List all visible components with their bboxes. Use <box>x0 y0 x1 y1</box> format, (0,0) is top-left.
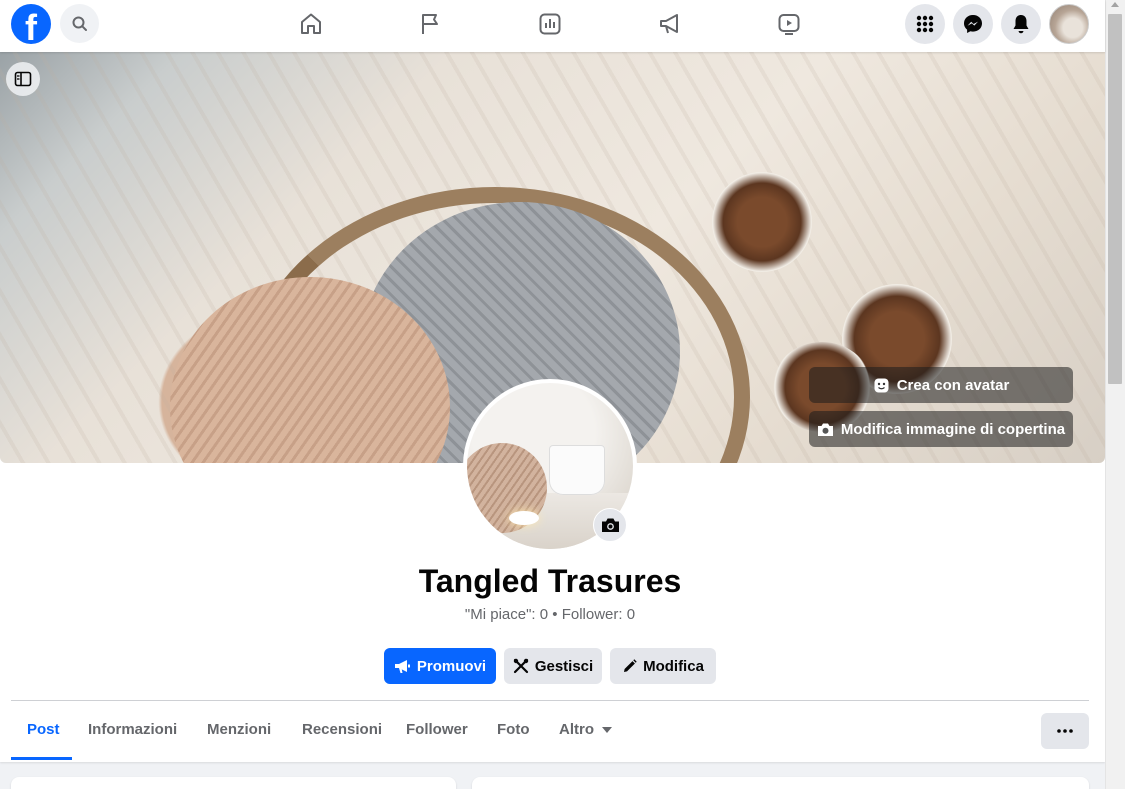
promote-button[interactable]: Promuovi <box>384 648 496 684</box>
megaphone-icon <box>394 659 410 673</box>
ellipsis-icon <box>1057 729 1073 733</box>
tab-altro[interactable]: Altro <box>559 721 612 738</box>
bell-icon <box>1013 15 1029 34</box>
facebook-logo[interactable]: f <box>11 4 51 48</box>
page-title: Tangled Trasures <box>418 563 682 599</box>
search-icon <box>72 16 87 31</box>
avatar-icon <box>874 378 889 392</box>
page-stats: "Mi piace": 0 • Follower: 0 <box>464 606 636 623</box>
menu-button[interactable] <box>905 4 945 44</box>
video-icon <box>778 14 800 35</box>
nav-insights[interactable] <box>532 6 568 42</box>
home-icon <box>301 13 321 34</box>
account-avatar[interactable] <box>1049 4 1089 44</box>
nav-video[interactable] <box>771 6 807 42</box>
caret-down-icon <box>602 726 612 733</box>
nav-ads[interactable] <box>652 6 688 42</box>
scroll-up-arrow[interactable] <box>1111 2 1119 7</box>
more-options-button[interactable] <box>1041 713 1089 749</box>
create-avatar-label: Crea con avatar <box>896 376 1010 394</box>
search-button[interactable] <box>60 4 99 43</box>
page-scrollbar[interactable] <box>1105 0 1125 789</box>
cover-pinecone <box>712 172 812 272</box>
nav-home[interactable] <box>293 6 329 42</box>
tab-informazioni[interactable]: Informazioni <box>88 721 177 738</box>
active-tab-indicator <box>11 757 72 760</box>
profile-picture-cup <box>549 445 605 495</box>
camera-icon <box>817 423 833 436</box>
nav-pages[interactable] <box>412 6 448 42</box>
sidebar-toggle-button[interactable] <box>6 62 40 96</box>
messenger-button[interactable] <box>953 4 993 44</box>
tabs-divider <box>11 700 1089 701</box>
tab-follower[interactable]: Follower <box>406 721 468 738</box>
edit-cover-label: Modifica immagine di copertina <box>840 420 1066 438</box>
feed-card <box>472 777 1089 789</box>
promote-label: Promuovi <box>416 657 487 675</box>
top-navigation-bar: f <box>0 0 1105 52</box>
manage-button[interactable]: Gestisci <box>504 648 602 684</box>
notifications-button[interactable] <box>1001 4 1041 44</box>
profile-picture-candle <box>509 511 539 525</box>
create-avatar-button[interactable]: Crea con avatar <box>809 367 1073 403</box>
edit-label: Modifica <box>643 657 704 675</box>
manage-label: Gestisci <box>534 657 594 675</box>
edit-page-button[interactable]: Modifica <box>610 648 716 684</box>
insights-icon <box>539 13 561 35</box>
pencil-icon <box>624 658 637 672</box>
tab-recensioni[interactable]: Recensioni <box>302 721 382 738</box>
megaphone-icon <box>660 14 678 34</box>
update-profile-picture-button[interactable] <box>593 508 627 542</box>
edit-cover-button[interactable]: Modifica immagine di copertina <box>809 411 1073 447</box>
camera-icon <box>601 518 619 532</box>
intro-card <box>11 777 456 789</box>
tab-foto[interactable]: Foto <box>497 721 529 738</box>
tab-post[interactable]: Post <box>27 721 60 738</box>
messenger-icon <box>964 15 982 33</box>
tab-altro-label: Altro <box>559 721 594 738</box>
tools-icon <box>513 658 529 674</box>
tab-menzioni[interactable]: Menzioni <box>207 721 271 738</box>
flag-icon <box>422 14 438 34</box>
menu-grid-icon <box>916 15 934 33</box>
sidebar-toggle-icon <box>14 71 32 87</box>
scroll-thumb[interactable] <box>1108 14 1122 384</box>
